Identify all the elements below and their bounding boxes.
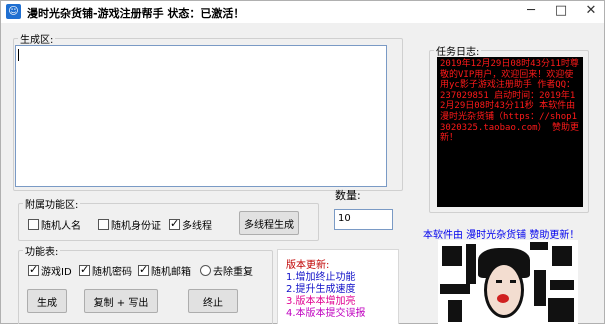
copy-write-button[interactable]: 复制 + 写出	[84, 289, 158, 313]
checkbox-box	[79, 263, 90, 276]
close-button[interactable]: ✕	[576, 1, 605, 23]
qr-block	[550, 280, 574, 290]
game-id-label: 游戏ID	[41, 267, 72, 278]
random-email-label: 随机邮箱	[151, 267, 191, 278]
task-log-text[interactable]: 2019年12月29日08时43分11时尊敬的VIP用户，欢迎回来！欢迎使用yc…	[437, 57, 583, 207]
qr-block	[466, 244, 476, 284]
checkbox-box	[98, 219, 109, 230]
task-log-legend: 任务日志:	[436, 47, 480, 58]
qr-block	[448, 300, 462, 322]
left-eye	[496, 280, 502, 283]
function-table-legend: 功能表:	[25, 247, 59, 258]
stop-button[interactable]: 终止	[188, 289, 238, 313]
right-eye	[510, 280, 516, 283]
random-name-label: 随机人名	[41, 221, 81, 232]
quantity-input[interactable]: 10	[334, 209, 393, 230]
maximize-button[interactable]: □	[546, 1, 576, 23]
random-id-label: 随机身份证	[111, 221, 161, 232]
multithread-label: 多线程	[182, 221, 212, 232]
main-window: ☺ 漫时光杂货铺-游戏注册帮手 状态：已激活！ ─ □ ✕ 生成区: 任务日志:…	[0, 0, 605, 324]
update-item: 4.本版本提交误报	[286, 308, 366, 319]
minimize-button[interactable]: ─	[516, 1, 546, 23]
window-title: 漫时光杂货铺-游戏注册帮手 状态：已激活！	[27, 7, 245, 20]
qr-block	[442, 246, 462, 266]
multithread-generate-button[interactable]: 多线程生成	[239, 211, 299, 235]
random-password-label: 随机密码	[92, 267, 132, 278]
checkbox-box	[28, 263, 39, 276]
title-bar[interactable]: ☺ 漫时光杂货铺-游戏注册帮手 状态：已激活！ ─ □ ✕	[1, 1, 604, 23]
qr-block	[530, 242, 548, 250]
dedupe-label: 去除重复	[213, 267, 253, 278]
text-caret	[18, 49, 19, 61]
quantity-label: 数量:	[335, 189, 361, 202]
aux-function-legend: 附属功能区:	[25, 200, 79, 211]
random-id-checkbox[interactable]: 随机身份证	[98, 217, 161, 232]
random-email-checkbox[interactable]: 随机邮箱	[138, 263, 191, 278]
generate-area-legend: 生成区:	[20, 35, 54, 46]
random-password-checkbox[interactable]: 随机密码	[79, 263, 132, 278]
dedupe-radio[interactable]: 去除重复	[200, 263, 253, 278]
qr-block	[548, 298, 574, 322]
qr-block	[534, 270, 546, 306]
generate-button[interactable]: 生成	[27, 289, 67, 313]
checkbox-box	[169, 217, 180, 230]
avatar-mouth	[497, 294, 509, 303]
random-name-checkbox[interactable]: 随机人名	[28, 217, 81, 232]
game-id-checkbox[interactable]: 游戏ID	[28, 263, 72, 278]
checkbox-box	[138, 263, 149, 276]
checkbox-box	[28, 219, 39, 230]
chat-bubble-icon: ☺	[6, 4, 21, 19]
qr-code-image	[438, 240, 578, 324]
radio-circle	[200, 265, 211, 276]
avatar-face	[484, 262, 524, 318]
qr-block	[440, 284, 470, 294]
qr-block	[552, 246, 572, 266]
generate-output-textarea[interactable]	[15, 45, 387, 187]
sponsor-link[interactable]: 本软件由 漫时光杂货铺 赞助更新！	[423, 226, 579, 241]
update-notes-panel: 版本更新: 1.增加终止功能 2.提升生成速度 3.版本本增加亮 4.本版本提交…	[277, 249, 399, 324]
multithread-checkbox[interactable]: 多线程	[169, 217, 212, 232]
